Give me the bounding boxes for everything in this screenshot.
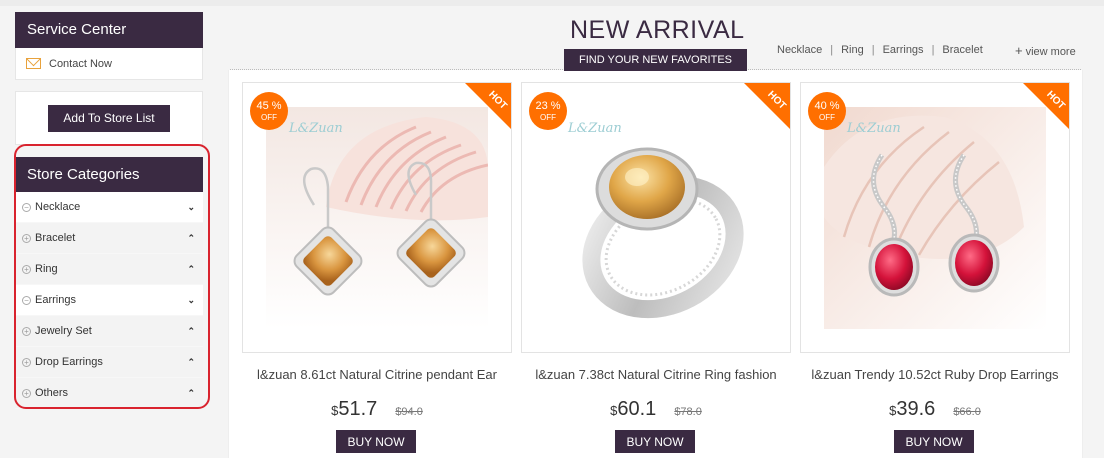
chevron-down-icon[interactable]: ⌄ [187, 202, 195, 213]
product-card[interactable]: HOT 40 % OFF L&Zuan [800, 82, 1070, 353]
price-original: $78.0 [674, 406, 702, 418]
category-item-necklace[interactable]: − Necklace ⌄ [15, 192, 203, 223]
collapse-icon[interactable]: − [22, 295, 31, 305]
link-separator: | [931, 44, 935, 56]
discount-off-label: OFF [819, 113, 835, 122]
expand-icon[interactable]: + [22, 357, 31, 367]
quick-link-ring[interactable]: Ring [841, 44, 864, 56]
buy-now-button[interactable]: BUY NOW [336, 430, 416, 453]
add-to-store-list-button[interactable]: Add To Store List [48, 104, 170, 132]
contact-now-label: Contact Now [49, 57, 112, 70]
discount-badge: 23 % OFF [529, 92, 567, 130]
product-image[interactable] [824, 107, 1046, 329]
category-label: Ring [35, 263, 58, 275]
category-item-bracelet[interactable]: + Bracelet ⌃ [15, 223, 203, 254]
buy-now-button[interactable]: BUY NOW [894, 430, 974, 453]
discount-badge: 40 % OFF [808, 92, 846, 130]
plus-icon: + [1015, 43, 1023, 58]
expand-icon[interactable]: + [22, 233, 31, 243]
price-row: $51.7 $94.0 [242, 398, 512, 421]
quick-link-bracelet[interactable]: Bracelet [942, 44, 982, 56]
category-label: Bracelet [35, 232, 76, 244]
price-original: $66.0 [953, 406, 981, 418]
chevron-down-icon[interactable]: ⌄ [187, 295, 195, 306]
service-center-title: Service Center [15, 12, 203, 48]
category-item-ring[interactable]: + Ring ⌃ [15, 254, 203, 285]
price-current: 51.7 [338, 398, 378, 420]
category-item-drop-earrings[interactable]: + Drop Earrings ⌃ [15, 347, 203, 378]
category-label: Others [35, 387, 69, 399]
chevron-up-icon[interactable]: ⌃ [187, 326, 195, 337]
quick-link-earrings[interactable]: Earrings [883, 44, 924, 56]
mail-icon [26, 58, 41, 69]
product-name-link[interactable]: l&zuan 7.38ct Natural Citrine Ring fashi… [521, 367, 791, 382]
quick-links-nav: Necklace | Ring | Earrings | Bracelet [777, 44, 983, 56]
price-row: $60.1 $78.0 [521, 398, 791, 421]
chevron-up-icon[interactable]: ⌃ [187, 233, 195, 244]
store-categories-panel: Store Categories − Necklace ⌄ + Bracelet… [15, 157, 203, 409]
quick-link-necklace[interactable]: Necklace [777, 44, 822, 56]
price-current: 60.1 [617, 398, 657, 420]
category-label: Earrings [35, 294, 76, 306]
store-list-panel: Add To Store List [15, 91, 203, 145]
view-more-label: view more [1025, 46, 1076, 58]
product-name-link[interactable]: l&zuan 8.61ct Natural Citrine pendant Ea… [242, 367, 512, 382]
category-item-others[interactable]: + Others ⌃ [15, 378, 203, 409]
product-card[interactable]: HOT 45 % OFF L&Zuan [242, 82, 512, 353]
product-image[interactable] [545, 107, 767, 329]
discount-percent: 40 % [814, 100, 840, 112]
store-categories-title: Store Categories [15, 157, 203, 192]
expand-icon[interactable]: + [22, 264, 31, 274]
price-original: $94.0 [395, 406, 423, 418]
category-label: Jewelry Set [35, 325, 92, 337]
sidebar: Service Center Contact Now Add To Store … [15, 12, 203, 409]
section-title: NEW ARRIVAL [570, 16, 745, 44]
expand-icon[interactable]: + [22, 326, 31, 336]
category-label: Necklace [35, 201, 81, 213]
link-separator: | [830, 44, 834, 56]
category-item-jewelry-set[interactable]: + Jewelry Set ⌃ [15, 316, 203, 347]
discount-percent: 45 % [256, 100, 282, 112]
product-image[interactable] [266, 107, 488, 329]
brand-watermark: L&Zuan [847, 121, 901, 136]
chevron-up-icon[interactable]: ⌃ [187, 388, 195, 399]
discount-off-label: OFF [261, 113, 277, 122]
discount-off-label: OFF [540, 113, 556, 122]
link-separator: | [871, 44, 875, 56]
category-item-earrings[interactable]: − Earrings ⌄ [15, 285, 203, 316]
chevron-up-icon[interactable]: ⌃ [187, 357, 195, 368]
brand-watermark: L&Zuan [568, 121, 622, 136]
price-current: 39.6 [896, 398, 936, 420]
expand-icon[interactable]: + [22, 388, 31, 398]
product-card[interactable]: HOT 23 % OFF L&Zuan [521, 82, 791, 353]
product-name-link[interactable]: l&zuan Trendy 10.52ct Ruby Drop Earrings [800, 367, 1070, 382]
collapse-icon[interactable]: − [22, 202, 31, 212]
buy-now-button[interactable]: BUY NOW [615, 430, 695, 453]
price-row: $39.6 $66.0 [800, 398, 1070, 421]
brand-watermark: L&Zuan [289, 121, 343, 136]
chevron-up-icon[interactable]: ⌃ [187, 264, 195, 275]
discount-percent: 23 % [535, 100, 561, 112]
discount-badge: 45 % OFF [250, 92, 288, 130]
category-label: Drop Earrings [35, 356, 103, 368]
contact-now-link[interactable]: Contact Now [15, 48, 203, 80]
view-more-link[interactable]: + view more [1015, 43, 1076, 58]
section-subtitle: FIND YOUR NEW FAVORITES [564, 49, 747, 71]
top-strip [0, 0, 1104, 6]
